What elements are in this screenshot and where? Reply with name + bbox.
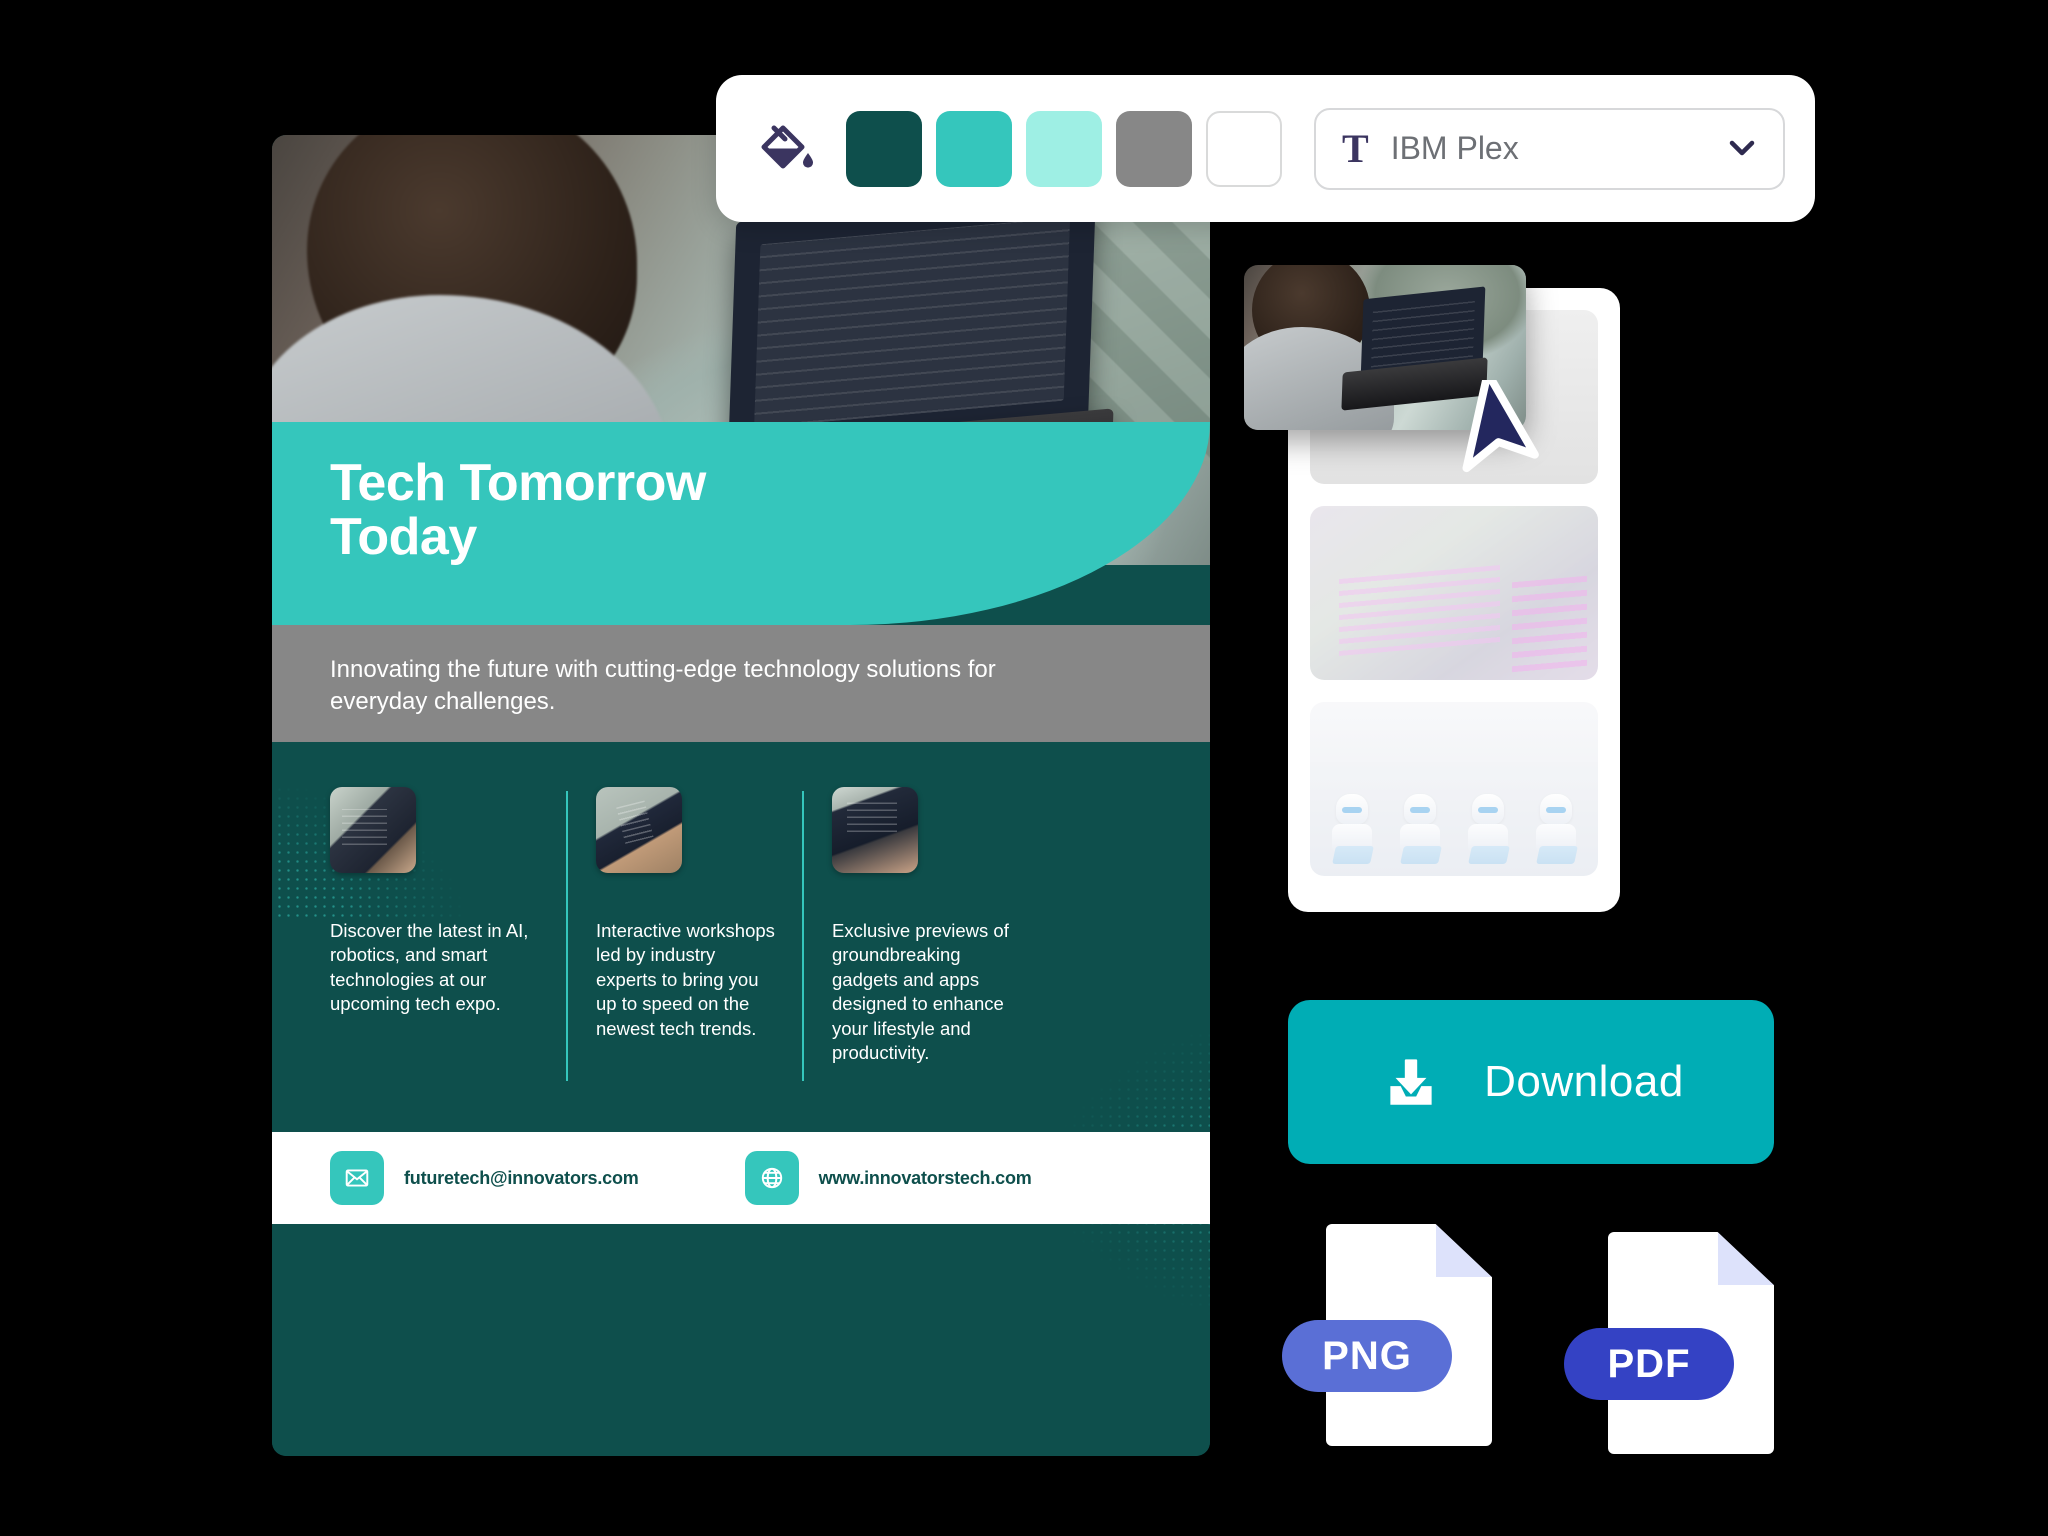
- canvas-stage: Tech Tomorrow Today Innovating the futur…: [0, 0, 2048, 1536]
- swatch-teal[interactable]: [936, 110, 1012, 187]
- thumbnail-card-3[interactable]: [1310, 702, 1598, 876]
- file-corner-fold: [1435, 1224, 1492, 1278]
- thumbnail-card-2[interactable]: [1310, 506, 1598, 680]
- text-t-icon: T: [1342, 125, 1369, 171]
- robot-icon: [1330, 794, 1374, 866]
- file-format-label: PNG: [1322, 1333, 1412, 1378]
- poster-columns: Discover the latest in AI, robotics, and…: [330, 787, 1152, 1082]
- file-format-badge-pdf[interactable]: PDF: [1564, 1328, 1734, 1400]
- download-tray-icon: [1378, 1049, 1444, 1115]
- swatch-white[interactable]: [1206, 110, 1282, 187]
- poster-title: Tech Tomorrow Today: [330, 456, 850, 564]
- poster-preview[interactable]: Tech Tomorrow Today Innovating the futur…: [272, 135, 1210, 1456]
- robot-icon: [1398, 794, 1442, 866]
- robot-icon: [1534, 794, 1578, 866]
- poster-column-2: Interactive workshops led by industry ex…: [566, 787, 802, 1082]
- file-format-label: PDF: [1607, 1341, 1691, 1386]
- poster-subtitle-bar: Innovating the future with cutting-edge …: [272, 625, 1210, 742]
- poster-column-3: Exclusive previews of groundbreaking gad…: [802, 787, 1038, 1082]
- file-card-pdf[interactable]: PDF: [1564, 1232, 1774, 1454]
- chevron-down-icon[interactable]: [1727, 133, 1757, 165]
- swatch-dark-teal[interactable]: [846, 110, 922, 187]
- column-2-image: [596, 787, 682, 873]
- column-1-image: [330, 787, 416, 873]
- font-select[interactable]: T IBM Plex: [1314, 107, 1785, 190]
- poster-body-section: Discover the latest in AI, robotics, and…: [272, 742, 1210, 1132]
- font-name-value: IBM Plex: [1390, 130, 1519, 166]
- swatch-gray[interactable]: [1116, 110, 1192, 187]
- column-2-text: Interactive workshops led by industry ex…: [596, 920, 775, 1039]
- style-toolbar[interactable]: T IBM Plex: [716, 75, 1815, 222]
- arrow-cursor: [1452, 368, 1548, 490]
- file-corner-fold: [1717, 1232, 1774, 1286]
- download-button[interactable]: Download: [1288, 1000, 1774, 1164]
- contact-email-text: futuretech@innovators.com: [404, 1167, 639, 1188]
- swatch-mint[interactable]: [1026, 110, 1102, 187]
- poster-subtitle: Innovating the future with cutting-edge …: [330, 656, 996, 716]
- poster-title-line-1: Tech Tomorrow: [330, 454, 706, 512]
- file-card-png[interactable]: PNG: [1282, 1224, 1492, 1446]
- poster-footer-block: [272, 1224, 1210, 1456]
- dot-pattern-footer: [890, 1224, 1210, 1414]
- file-format-badge-png[interactable]: PNG: [1282, 1320, 1452, 1392]
- column-1-text: Discover the latest in AI, robotics, and…: [330, 920, 529, 1015]
- column-3-text: Exclusive previews of groundbreaking gad…: [832, 920, 1009, 1064]
- envelope-icon: [330, 1151, 384, 1205]
- globe-icon: [744, 1151, 799, 1205]
- download-button-label: Download: [1484, 1057, 1684, 1106]
- paint-bucket-icon[interactable]: [746, 111, 822, 187]
- contact-email: futuretech@innovators.com: [330, 1151, 639, 1205]
- poster-title-line-2: Today: [330, 508, 477, 567]
- robot-icon: [1466, 794, 1510, 866]
- column-3-image: [832, 787, 918, 873]
- poster-title-band: Tech Tomorrow Today: [272, 422, 1210, 625]
- poster-contact-strip: futuretech@innovators.com www.innovators…: [272, 1132, 1210, 1224]
- contact-website: www.innovatorstech.com: [744, 1151, 1032, 1205]
- poster-column-1: Discover the latest in AI, robotics, and…: [330, 787, 566, 1065]
- contact-website-text: www.innovatorstech.com: [818, 1167, 1032, 1188]
